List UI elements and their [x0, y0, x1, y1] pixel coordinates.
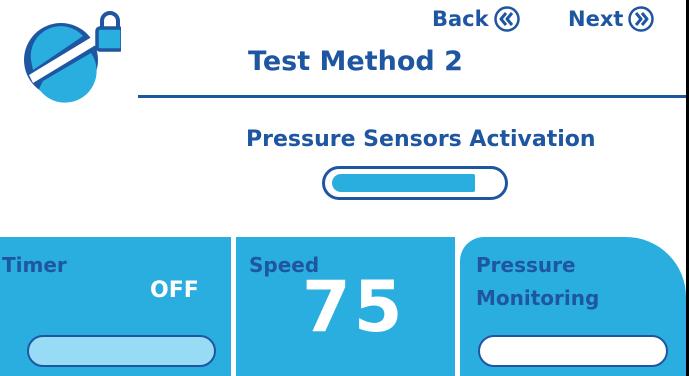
speed-value: 75	[302, 266, 406, 348]
timer-value: OFF	[150, 278, 199, 303]
pressure-sensors-label: Pressure Sensors Activation	[246, 127, 596, 152]
pressure-sensors-slider[interactable]	[322, 166, 508, 200]
next-label: Next	[568, 7, 624, 31]
back-button[interactable]: Back	[432, 2, 520, 36]
lock-icon	[95, 11, 121, 52]
pressure-monitoring-label-line2: Monitoring	[476, 286, 600, 310]
pressure-sensors-fill	[332, 174, 475, 192]
screen: Back Next Test Method 2 Pressure Sensors…	[0, 0, 686, 376]
double-chevron-left-icon	[493, 6, 520, 32]
header-divider	[138, 95, 686, 98]
double-chevron-right-icon	[628, 6, 655, 32]
next-button[interactable]: Next	[568, 2, 655, 36]
page-title: Test Method 2	[248, 46, 463, 77]
pressure-monitoring-toggle[interactable]	[478, 335, 668, 367]
timer-label: Timer	[2, 253, 67, 277]
gauge-logo-icon	[24, 11, 121, 103]
back-label: Back	[432, 7, 489, 31]
timer-toggle[interactable]	[27, 335, 216, 367]
pressure-monitoring-label-line1: Pressure	[476, 253, 576, 277]
